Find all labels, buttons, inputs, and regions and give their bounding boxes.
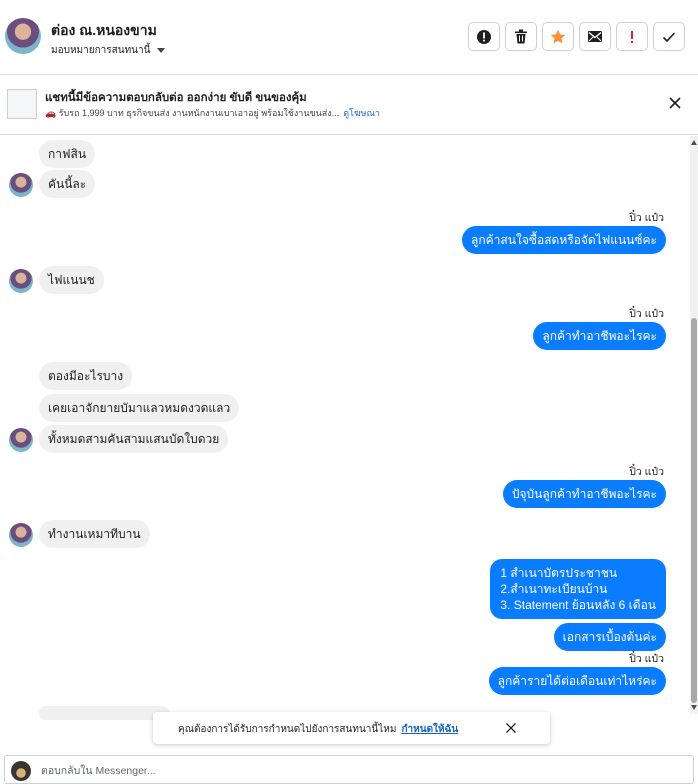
sender-name: ปิ๋ว แป๋ว: [629, 653, 664, 665]
message-bubble-outgoing: เอกสารเบื้องต้นค่ะ: [553, 623, 666, 651]
ad-subtitle-text: 🚗 รับรถ 1,999 บาท ธุรกิจขนส่ง งานหนักงาน…: [45, 108, 340, 118]
follow-up-button[interactable]: [616, 22, 648, 51]
ad-title: แชทนี้มีข้อความตอบกลับต่อ ออกง่าย ขับดี …: [45, 92, 307, 104]
contact-avatar[interactable]: [5, 18, 41, 54]
scrollbar[interactable]: [690, 136, 698, 714]
message-bubble-outgoing: ปัจุบันลูกค้าทำอาชีพอะไรคะ: [502, 480, 666, 508]
reply-composer: [4, 755, 694, 784]
message-bubble-incoming: เคยเอาจักยายบัมาแลวหมดงวดแลว: [39, 394, 240, 422]
page-avatar: [11, 761, 31, 781]
message-thread: กาฟสิน คันนี้ละ ปิ๋ว แป๋ว ลูกค้าสนใจซื้อ…: [0, 136, 690, 720]
sender-name: ปิ๋ว แป๋ว: [629, 466, 664, 478]
contact-avatar-small: [9, 523, 33, 547]
message-bubble-incoming: ไฟแนนช: [39, 266, 104, 294]
view-ad-link[interactable]: ดูโฆษณา: [343, 108, 380, 118]
message-line: 2.สำเนาทะเบียนบ้าน: [500, 582, 608, 596]
check-icon: [662, 31, 676, 42]
scroll-up-arrow-icon[interactable]: [691, 140, 697, 145]
assign-conversation-dropdown[interactable]: มอบหมายการสนทนานี้: [51, 43, 166, 58]
assign-label: มอบหมายการสนทนานี้: [51, 45, 151, 56]
toast-message: คุณต้องการได้รับการกำหนดไปยังการสนทนานี้…: [178, 722, 458, 737]
message-line: 3. Statement ย้อนหลัง 6 เดือน: [500, 598, 656, 612]
exclamation-icon: [631, 30, 633, 43]
message-bubble-incoming: ทั้งหมดสามคันสามแสนบัดใบดวย: [39, 425, 229, 453]
contact-avatar-small: [9, 269, 33, 293]
message-bubble-incoming: กาฟสิน: [39, 140, 96, 168]
toast-question: คุณต้องการได้รับการกำหนดไปยังการสนทนานี้…: [178, 724, 397, 735]
contact-name[interactable]: ต่อง ณ.หนองขาม: [51, 20, 157, 42]
spam-button[interactable]: [468, 22, 500, 51]
message-bubble-outgoing: ลูกค้ารายได้ต่อเดือนเท่าไหร่คะ: [488, 667, 666, 695]
assign-toast: คุณต้องการได้รับการกำหนดไปยังการสนทนานี้…: [153, 712, 550, 744]
contact-avatar-small: [9, 428, 33, 452]
scrollbar-thumb[interactable]: [691, 318, 697, 703]
close-icon[interactable]: [505, 722, 517, 734]
star-icon: [550, 29, 566, 43]
close-icon[interactable]: [668, 96, 682, 110]
reply-input[interactable]: [41, 762, 661, 779]
message-bubble-incoming: คันนี้ละ: [39, 170, 96, 198]
sender-name: ปิ๋ว แป๋ว: [629, 308, 664, 320]
delete-button[interactable]: [505, 22, 537, 51]
conversation-toolbar: [468, 22, 685, 51]
message-bubble-outgoing: ลูกค้าทำอาชีพอะไรคะ: [533, 322, 666, 350]
message-line: 1 สำเนาบัตรประชาชน: [500, 566, 618, 580]
mark-unread-button[interactable]: [579, 22, 611, 51]
caret-down-icon: [157, 48, 166, 53]
message-bubble-incoming: ทำงานเหมาทีบาน: [39, 520, 150, 548]
ad-subtitle: 🚗 รับรถ 1,999 บาท ธุรกิจขนส่ง งานหนักงาน…: [45, 106, 380, 120]
message-bubble-outgoing-multiline: 1 สำเนาบัตรประชาชน 2.สำเนาทะเบียนบ้าน 3.…: [490, 559, 666, 619]
alert-circle-icon: [477, 29, 491, 44]
conversation-header: ต่อง ณ.หนองขาม มอบหมายการสนทนานี้: [0, 0, 698, 75]
trash-icon: [515, 29, 527, 44]
ad-thumbnail[interactable]: [7, 89, 37, 119]
message-bubble-outgoing: ลูกค้าสนใจซื้อสดหรือจัดไฟแนนซ์คะ: [462, 226, 666, 254]
envelope-icon: [588, 31, 602, 42]
ad-banner: แชทนี้มีข้อความตอบกลับต่อ ออกง่าย ขับดี …: [0, 75, 698, 135]
scroll-down-arrow-icon[interactable]: [691, 705, 697, 710]
assign-to-me-link[interactable]: กำหนดให้ฉัน: [401, 724, 458, 735]
sender-name: ปิ๋ว แป๋ว: [629, 212, 664, 224]
message-bubble-incoming-partial: [39, 706, 169, 720]
message-bubble-incoming: ตองมีอะไรบาง: [39, 362, 133, 390]
contact-avatar-small: [9, 173, 33, 197]
done-button[interactable]: [653, 22, 685, 51]
star-button[interactable]: [542, 22, 574, 51]
